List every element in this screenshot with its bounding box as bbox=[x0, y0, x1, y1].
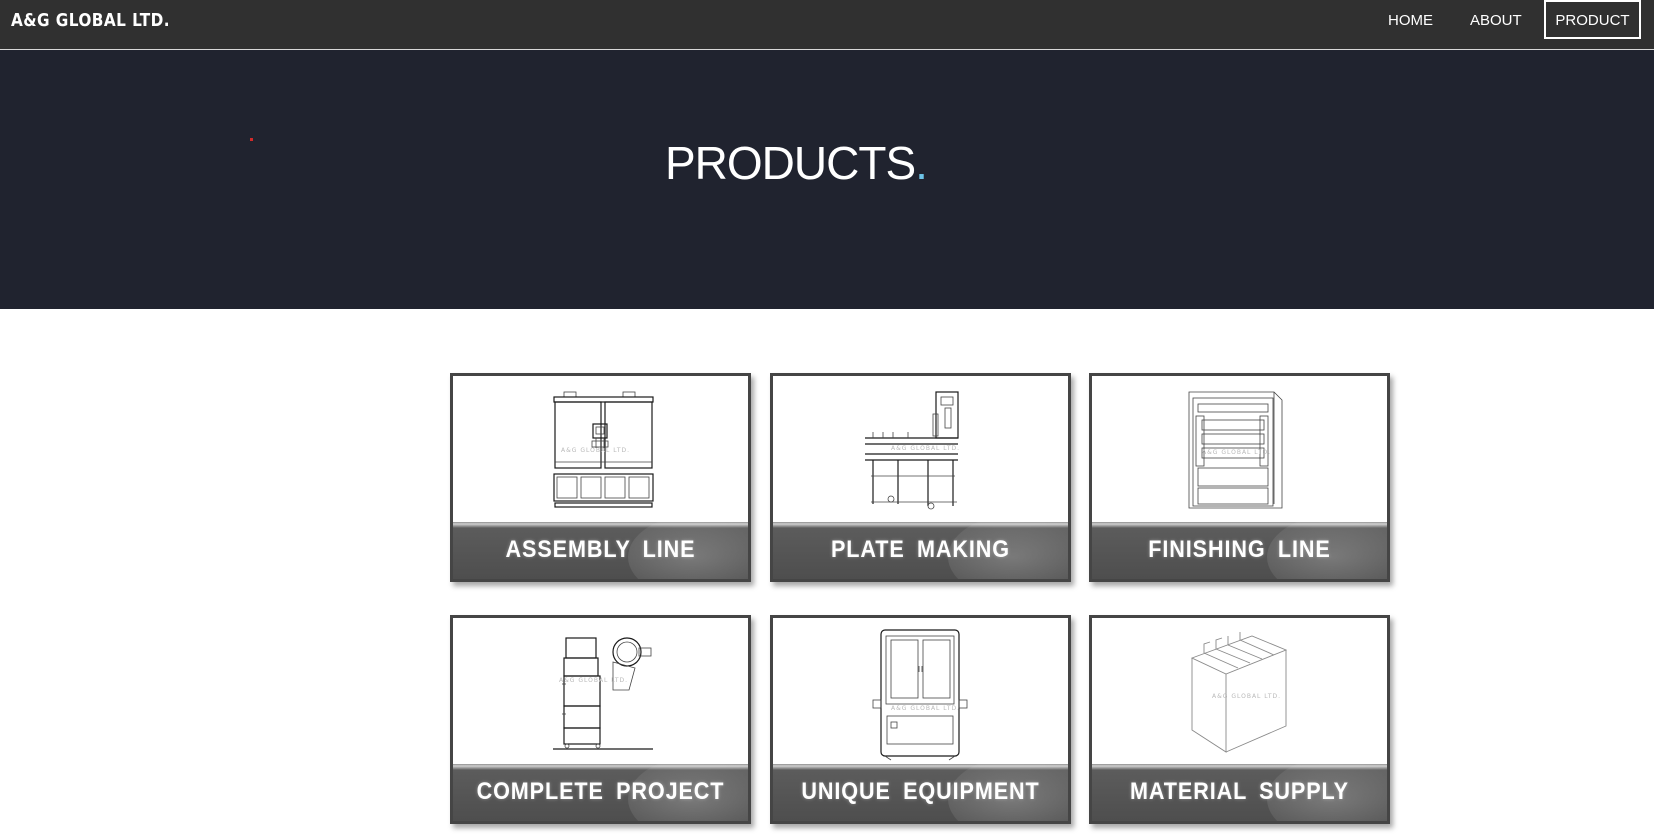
nav-home-link[interactable]: HOME bbox=[1388, 11, 1433, 37]
hero-banner: PRODUCTS. bbox=[0, 50, 1654, 309]
page-title-accent: . bbox=[915, 137, 928, 189]
product-card-finishing-line[interactable]: A&G GLOBAL LTD. FINISHING LINE bbox=[1089, 373, 1390, 582]
product-label: ASSEMBLY LINE bbox=[505, 536, 696, 563]
product-card-plate-making[interactable]: A&G GLOBAL LTD. PLATE MAKING bbox=[770, 373, 1071, 582]
product-card-unique-equipment[interactable]: A&G GLOBAL LTD. UNIQUE EQUIPMENT bbox=[770, 615, 1071, 824]
top-navbar: A&G GLOBAL LTD. HOME ABOUT PRODUCT bbox=[0, 0, 1654, 50]
watermark-text: A&G GLOBAL LTD. bbox=[891, 445, 960, 452]
product-card-complete-project[interactable]: A&G GLOBAL LTD. COMPLETE PROJECT bbox=[450, 615, 751, 824]
product-grid: A&G GLOBAL LTD. ASSEMBLY LINE A&G GLOBAL… bbox=[450, 373, 1390, 824]
product-label: FINISHING LINE bbox=[1148, 536, 1331, 563]
page-title: PRODUCTS. bbox=[665, 135, 928, 191]
nav-product-link[interactable]: PRODUCT bbox=[1544, 0, 1641, 39]
watermark-text: A&G GLOBAL LTD. bbox=[1212, 693, 1281, 700]
product-label: PLATE MAKING bbox=[830, 536, 1010, 563]
watermark-text: A&G GLOBAL LTD. bbox=[1202, 449, 1271, 456]
finishing-line-cabinet-drawing-icon: A&G GLOBAL LTD. bbox=[1188, 391, 1283, 509]
complete-project-machine-drawing-icon: A&G GLOBAL LTD. bbox=[553, 637, 653, 750]
hero-red-dot bbox=[250, 138, 253, 141]
watermark-text: A&G GLOBAL LTD. bbox=[891, 705, 960, 712]
product-card-assembly-line[interactable]: A&G GLOBAL LTD. ASSEMBLY LINE bbox=[450, 373, 751, 582]
unique-equipment-cabinet-drawing-icon: A&G GLOBAL LTD. bbox=[872, 629, 968, 761]
watermark-text: A&G GLOBAL LTD. bbox=[561, 447, 630, 454]
plate-making-machine-drawing-icon: A&G GLOBAL LTD. bbox=[865, 391, 960, 510]
product-label: COMPLETE PROJECT bbox=[476, 778, 725, 805]
page-title-text: PRODUCTS bbox=[665, 137, 916, 189]
nav-about-link[interactable]: ABOUT bbox=[1470, 11, 1522, 37]
product-label: MATERIAL SUPPLY bbox=[1130, 778, 1349, 805]
assembly-line-machine-drawing-icon: A&G GLOBAL LTD. bbox=[553, 391, 654, 508]
brand-logo[interactable]: A&G GLOBAL LTD. bbox=[11, 10, 170, 31]
product-card-material-supply[interactable]: A&G GLOBAL LTD. MATERIAL SUPPLY bbox=[1089, 615, 1390, 824]
product-label: UNIQUE EQUIPMENT bbox=[801, 778, 1040, 805]
watermark-text: A&G GLOBAL LTD. bbox=[559, 677, 628, 684]
material-supply-bin-drawing-icon: A&G GLOBAL LTD. bbox=[1190, 632, 1288, 753]
